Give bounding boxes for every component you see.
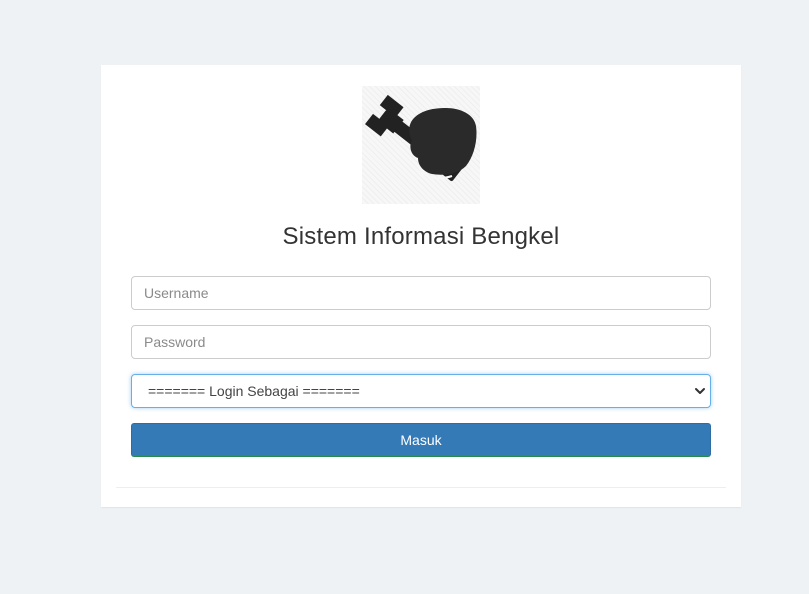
wrench-hand-icon	[362, 86, 480, 204]
login-card: Sistem Informasi Bengkel ======= Login S…	[101, 65, 741, 507]
password-input[interactable]	[131, 325, 711, 359]
username-input[interactable]	[131, 276, 711, 310]
card-divider	[116, 487, 726, 488]
chevron-down-icon	[695, 388, 705, 394]
login-submit-button[interactable]: Masuk	[131, 423, 711, 457]
login-role-select[interactable]: ======= Login Sebagai =======	[131, 374, 711, 408]
login-role-selected-value: ======= Login Sebagai =======	[148, 383, 360, 399]
page-title: Sistem Informasi Bengkel	[282, 223, 560, 250]
